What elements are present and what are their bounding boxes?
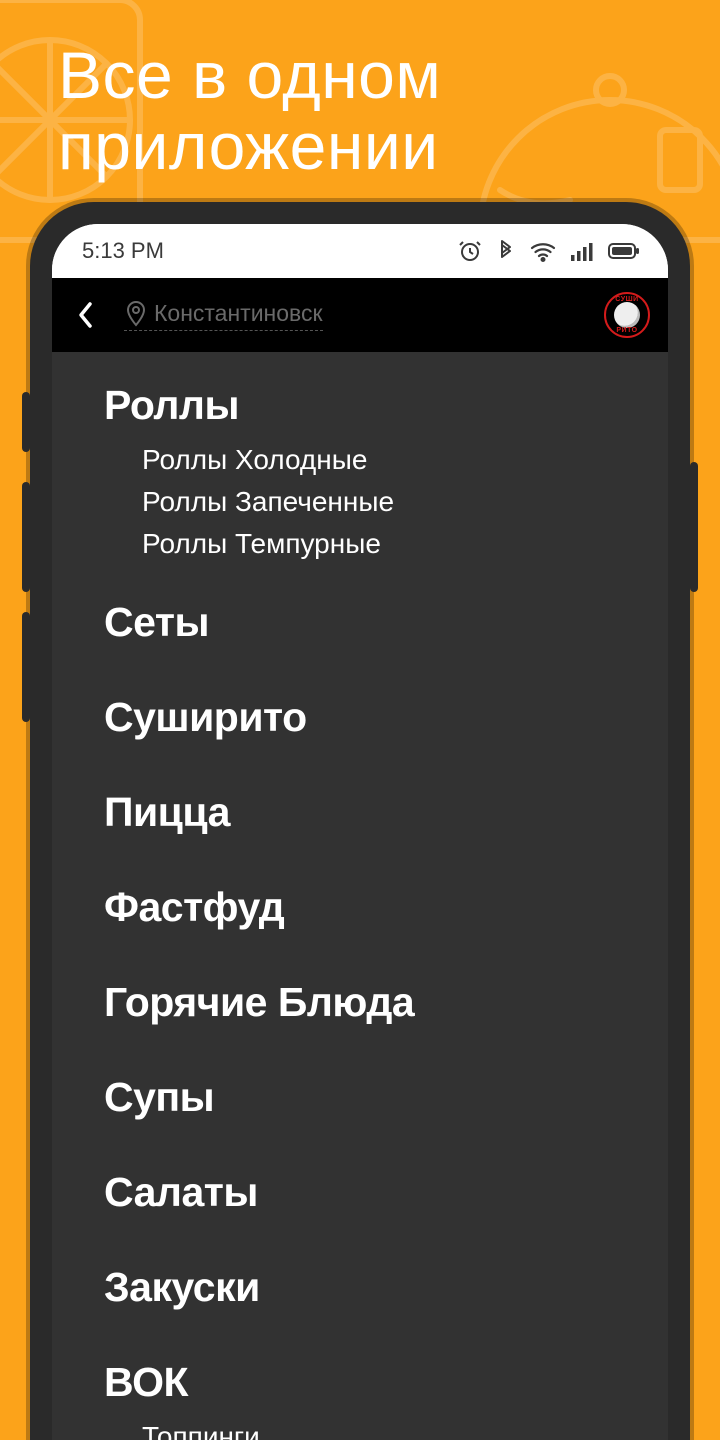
brand-top-text: СУШИ [615, 296, 638, 303]
battery-icon [608, 241, 640, 261]
category-sushirito[interactable]: Суширито [104, 694, 668, 741]
category-soups[interactable]: Супы [104, 1074, 668, 1121]
category-pizza[interactable]: Пицца [104, 789, 668, 836]
category-fastfood[interactable]: Фастфуд [104, 884, 668, 931]
subcategory-item[interactable]: Роллы Холодные [142, 439, 668, 481]
location-label: Константиновск [154, 300, 323, 327]
phone-side-button [22, 392, 30, 452]
subcategory-item[interactable]: Топпинги [142, 1416, 668, 1440]
promo-line2: приложении [58, 109, 439, 183]
subcategory-list: Роллы Холодные Роллы Запеченные Роллы Те… [104, 439, 668, 565]
category-rolls[interactable]: Роллы [104, 382, 668, 429]
category-block: ВОК Топпинги [104, 1359, 668, 1440]
status-bar: 5:13 PM [52, 224, 668, 278]
brand-logo[interactable]: СУШИ РИТО [604, 292, 650, 338]
back-button[interactable] [66, 295, 106, 335]
brand-logo-inner [614, 302, 640, 328]
category-wok[interactable]: ВОК [104, 1359, 668, 1406]
promo-line1: Все в одном [58, 38, 441, 112]
category-block: Роллы Роллы Холодные Роллы Запеченные Ро… [104, 382, 668, 565]
subcategory-list: Топпинги [104, 1416, 668, 1440]
category-salads[interactable]: Салаты [104, 1169, 668, 1216]
category-sets[interactable]: Сеты [104, 599, 668, 646]
menu-content[interactable]: Роллы Роллы Холодные Роллы Запеченные Ро… [52, 352, 668, 1440]
brand-bottom-text: РИТО [616, 327, 637, 334]
status-icons [458, 239, 640, 263]
category-hot-dishes[interactable]: Горячие Блюда [104, 979, 668, 1026]
phone-screen: 5:13 PM Константиновск СУШИ РИТО [52, 224, 668, 1440]
category-snacks[interactable]: Закуски [104, 1264, 668, 1311]
alarm-icon [458, 239, 482, 263]
location-selector[interactable]: Константиновск [124, 300, 323, 331]
bluetooth-icon [496, 239, 516, 263]
phone-side-button [22, 612, 30, 722]
status-time: 5:13 PM [82, 238, 164, 264]
phone-side-button [690, 462, 698, 592]
subcategory-item[interactable]: Роллы Запеченные [142, 481, 668, 523]
promo-headline: Все в одном приложении [58, 40, 441, 183]
phone-side-button [22, 482, 30, 592]
phone-frame: 5:13 PM Константиновск СУШИ РИТО [30, 202, 690, 1440]
chevron-left-icon [77, 301, 95, 329]
location-pin-icon [124, 300, 148, 328]
subcategory-item[interactable]: Роллы Темпурные [142, 523, 668, 565]
app-header: Константиновск СУШИ РИТО [52, 278, 668, 352]
signal-icon [570, 240, 594, 262]
wifi-icon [530, 239, 556, 263]
